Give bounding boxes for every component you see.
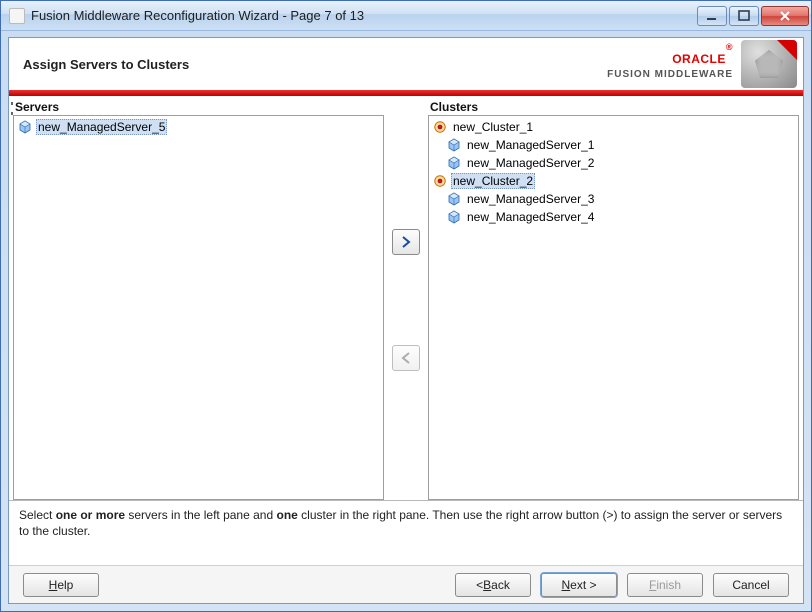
cluster-server-item[interactable]: new_ManagedServer_1: [429, 136, 798, 154]
server-cube-icon: [447, 156, 461, 170]
brand-block: ORACLE® FUSION MIDDLEWARE: [607, 40, 797, 88]
cluster-server-item[interactable]: new_ManagedServer_3: [429, 190, 798, 208]
server-label: new_ManagedServer_5: [36, 119, 167, 135]
minimize-button[interactable]: [697, 6, 727, 26]
maximize-button[interactable]: [729, 6, 759, 26]
cluster-server-label: new_ManagedServer_4: [465, 210, 596, 224]
servers-pane-title: Servers: [13, 100, 384, 115]
cluster-label: new_Cluster_1: [451, 120, 535, 134]
cluster-item[interactable]: new_Cluster_2: [429, 172, 798, 190]
assign-right-button[interactable]: [392, 229, 420, 255]
wizard-footer: Help < Back Next > Finish Cancel: [9, 565, 803, 603]
back-button[interactable]: < Back: [455, 573, 531, 597]
cluster-ring-icon: [433, 120, 447, 134]
finish-button: Finish: [627, 573, 703, 597]
cluster-server-label: new_ManagedServer_2: [465, 156, 596, 170]
server-cube-icon: [447, 138, 461, 152]
server-item[interactable]: new_ManagedServer_5: [14, 118, 383, 136]
window-controls: [695, 6, 809, 26]
close-button[interactable]: [761, 6, 809, 26]
cluster-server-item[interactable]: new_ManagedServer_2: [429, 154, 798, 172]
servers-pane: Servers new_ManagedServer_5: [13, 100, 384, 500]
app-icon: [9, 8, 25, 24]
unassign-left-button[interactable]: [392, 345, 420, 371]
servers-tree[interactable]: new_ManagedServer_5: [13, 115, 384, 500]
page-title: Assign Servers to Clusters: [23, 57, 189, 72]
clusters-tree[interactable]: new_Cluster_1 new_ManagedServer_1 new_Mana…: [428, 115, 799, 500]
wizard-content: Assign Servers to Clusters ORACLE® FUSIO…: [8, 37, 804, 604]
clusters-pane: Clusters new_Cluster_1 new_ManagedServer_…: [428, 100, 799, 500]
help-button[interactable]: Help: [23, 573, 99, 597]
cluster-server-label: new_ManagedServer_1: [465, 138, 596, 152]
cancel-button[interactable]: Cancel: [713, 573, 789, 597]
product-gem-icon: [741, 40, 797, 88]
cluster-ring-icon: [433, 174, 447, 188]
server-cube-icon: [447, 210, 461, 224]
oracle-word: ORACLE: [672, 52, 726, 66]
server-cube-icon: [447, 192, 461, 206]
cluster-server-label: new_ManagedServer_3: [465, 192, 596, 206]
wizard-body: Servers new_ManagedServer_5 Clusters new…: [9, 96, 803, 603]
assignment-panes: Servers new_ManagedServer_5 Clusters new…: [9, 96, 803, 500]
server-cube-icon: [18, 120, 32, 134]
cluster-label: new_Cluster_2: [451, 173, 535, 189]
oracle-subtitle: FUSION MIDDLEWARE: [607, 69, 733, 80]
cluster-server-item[interactable]: new_ManagedServer_4: [429, 208, 798, 226]
oracle-logo: ORACLE® FUSION MIDDLEWARE: [607, 48, 733, 80]
next-button[interactable]: Next >: [541, 573, 617, 597]
cluster-item[interactable]: new_Cluster_1: [429, 118, 798, 136]
wizard-header: Assign Servers to Clusters ORACLE® FUSIO…: [9, 38, 803, 90]
titlebar[interactable]: Fusion Middleware Reconfiguration Wizard…: [1, 1, 811, 31]
instruction-text: Select one or more servers in the left p…: [9, 500, 803, 565]
clusters-pane-title: Clusters: [428, 100, 799, 115]
wizard-window: Fusion Middleware Reconfiguration Wizard…: [0, 0, 812, 612]
transfer-controls: [384, 100, 428, 500]
window-title: Fusion Middleware Reconfiguration Wizard…: [31, 8, 695, 23]
registered-icon: ®: [726, 42, 733, 52]
